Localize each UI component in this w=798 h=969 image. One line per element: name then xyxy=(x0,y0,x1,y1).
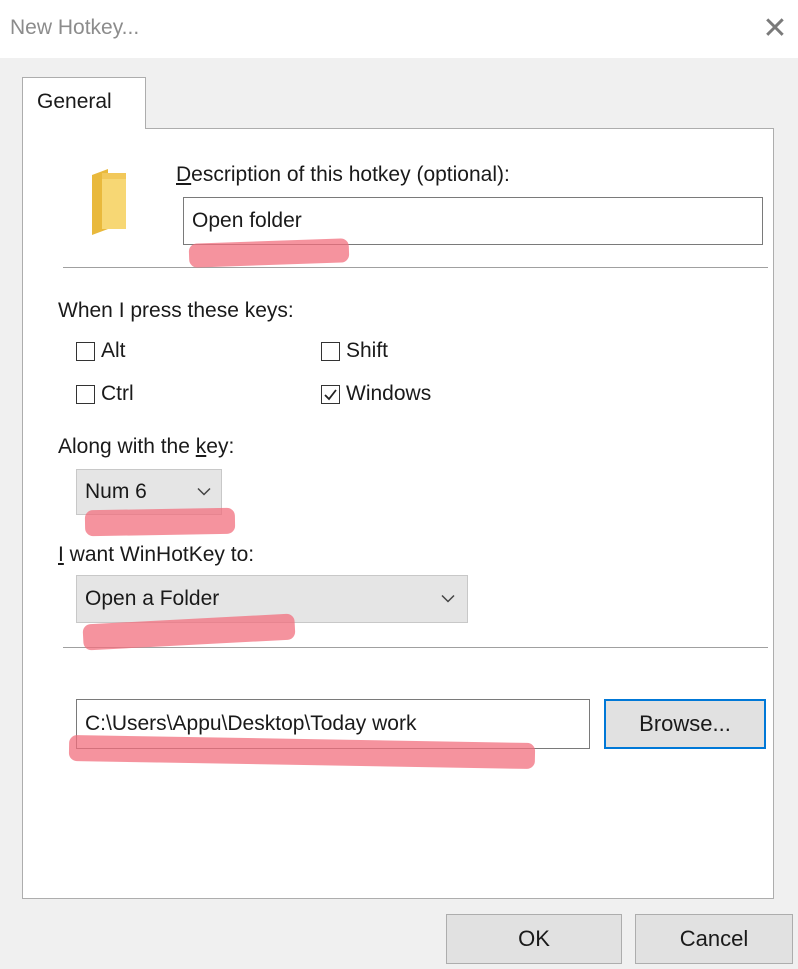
windows-checkbox-label: Windows xyxy=(346,382,432,405)
description-input-value: Open folder xyxy=(192,209,302,232)
chevron-down-icon xyxy=(197,487,211,496)
action-dropdown-value: Open a Folder xyxy=(85,587,220,610)
shift-checkbox-label: Shift xyxy=(346,339,389,362)
general-tab-panel: Description of this hotkey (optional): O… xyxy=(22,128,774,899)
keys-label: When I press these keys: xyxy=(58,299,294,322)
tab-general[interactable]: General xyxy=(22,77,146,129)
separator-bottom xyxy=(63,647,768,649)
title-bar: New Hotkey... ✕ xyxy=(0,0,798,58)
windows-checkbox-box xyxy=(321,384,340,404)
description-input[interactable]: Open folder xyxy=(183,197,763,245)
action-label: I want WinHotKey to: xyxy=(58,543,254,567)
description-label-text: escription of this hotkey (optional): xyxy=(191,163,510,186)
ctrl-checkbox[interactable]: Ctrl xyxy=(76,382,134,406)
alt-checkbox[interactable]: Alt xyxy=(76,339,126,363)
ctrl-checkbox-label: Ctrl xyxy=(101,382,134,405)
windows-checkbox[interactable]: Windows xyxy=(321,382,431,406)
key-label: Along with the key: xyxy=(58,435,234,459)
browse-button[interactable]: Browse... xyxy=(604,699,766,749)
description-label: Description of this hotkey (optional): xyxy=(176,163,510,187)
ctrl-checkbox-box xyxy=(76,384,95,404)
key-label-text-after: ey: xyxy=(206,435,235,458)
description-label-access-key: D xyxy=(176,163,192,186)
alt-checkbox-label: Alt xyxy=(101,339,126,362)
folder-path-value: C:\Users\Appu\Desktop\Today work xyxy=(85,712,417,735)
cancel-button[interactable]: Cancel xyxy=(635,914,793,964)
window-title: New Hotkey... xyxy=(10,16,140,39)
highlight-mark xyxy=(188,238,350,268)
checkmark-icon xyxy=(324,388,337,400)
alt-checkbox-box xyxy=(76,341,95,361)
highlight-mark xyxy=(84,507,236,537)
key-label-access-key: k xyxy=(195,435,207,458)
action-label-text: want WinHotKey to: xyxy=(63,543,255,566)
shift-checkbox[interactable]: Shift xyxy=(321,339,388,363)
key-dropdown-value: Num 6 xyxy=(85,480,147,503)
shift-checkbox-box xyxy=(321,341,340,361)
separator-top xyxy=(63,267,768,269)
key-label-text-before: Along with the xyxy=(58,435,196,458)
close-icon[interactable]: ✕ xyxy=(758,12,792,46)
chevron-down-icon xyxy=(441,594,455,603)
ok-button[interactable]: OK xyxy=(446,914,622,964)
folder-icon xyxy=(88,169,128,237)
